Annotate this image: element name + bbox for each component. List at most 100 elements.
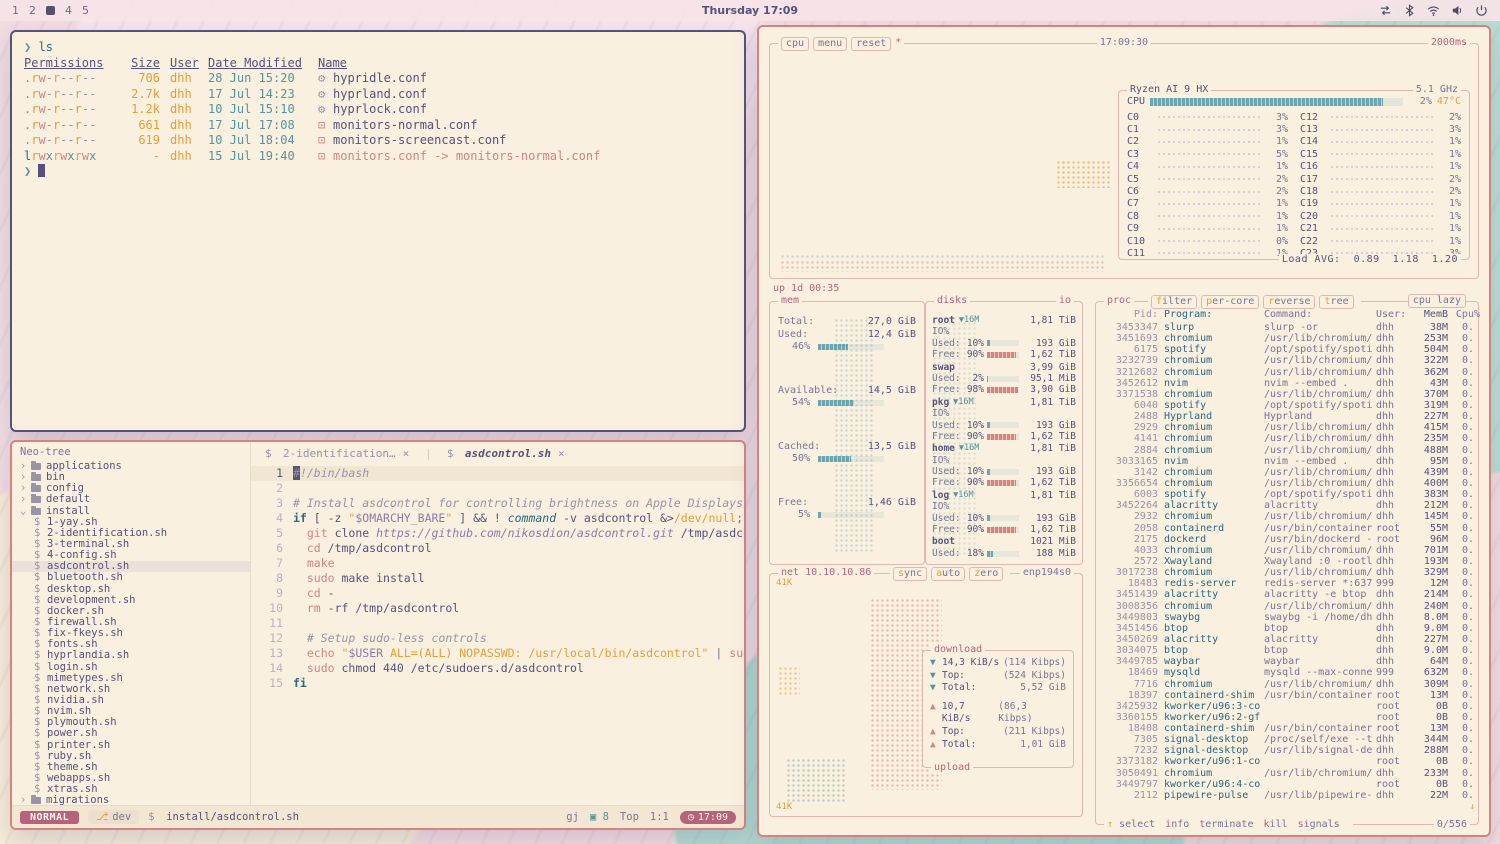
process-row-3142[interactable]: 3142chromium/usr/lib/chromium/dhh439M0.0 (1102, 467, 1472, 478)
process-row-3451456[interactable]: 3451456btopbtopdhh9.0M0.0 (1102, 623, 1472, 634)
tree-file-hyprlandia-sh[interactable]: $hyprlandia.sh (12, 650, 250, 661)
tree-file-power-sh[interactable]: $power.sh (12, 728, 250, 739)
update-interval[interactable]: 2000ms (1428, 37, 1470, 49)
arrows-swap-icon[interactable] (1379, 4, 1392, 17)
tab-2-identification[interactable]: $2-identification…× (257, 447, 417, 460)
process-row-3452264[interactable]: 3452264alacrittyalacrittydhh212M0.0 (1102, 500, 1472, 511)
process-row-4141[interactable]: 4141chromium/usr/lib/chromium/dhh235M0.0 (1102, 433, 1472, 444)
process-row-2175[interactable]: 2175dockerd/usr/bin/dockerd -root96M0.0 (1102, 534, 1472, 545)
process-row-7716[interactable]: 7716chromium/usr/lib/chromium/dhh309M0.0 (1102, 679, 1472, 690)
proc-option-tree[interactable]: tree (1319, 295, 1353, 309)
tree-file-login-sh[interactable]: $login.sh (12, 662, 250, 673)
process-row-3033165[interactable]: 3033165nvimnvim --embed .dhh95M0.0 (1102, 456, 1472, 467)
process-row-3451439[interactable]: 3451439alacrittyalacritty -e btopdhh214M… (1102, 589, 1472, 600)
col-cpu[interactable]: Cpu% (1452, 309, 1480, 320)
workspace-4[interactable]: 4 (65, 4, 72, 17)
code-area[interactable]: 1#!/bin/bash23# Install asdcontrol for c… (251, 464, 744, 805)
process-row-2932[interactable]: 2932chromium/usr/lib/chromium/dhh145M0.0 (1102, 511, 1472, 522)
process-row-6175[interactable]: 6175spotify/opt/spotify/spotidhh504M0.1 (1102, 344, 1472, 355)
process-row-18469[interactable]: 18469mysqldmysqld --max-conne999632M0.0 (1102, 667, 1472, 678)
tree-file-printer-sh[interactable]: $printer.sh (12, 740, 250, 751)
proc-terminate[interactable]: terminate (1199, 819, 1253, 830)
sort-column[interactable]: cpu lazy (1408, 294, 1466, 308)
folder-icon (31, 797, 41, 804)
net-interface[interactable]: enp194s0 (1020, 567, 1074, 579)
net-option-sync[interactable]: sync (893, 567, 927, 581)
wifi-icon[interactable] (1427, 4, 1440, 17)
btop-window[interactable]: cpumenureset* 17:09:30 2000ms Ryzen AI 9… (757, 25, 1491, 837)
terminal-window[interactable]: ❯ ls PermissionsSizeUserDate ModifiedNam… (10, 30, 746, 432)
process-row-3008356[interactable]: 3008356chromium/usr/lib/chromium/dhh240M… (1102, 601, 1472, 612)
process-row-7232[interactable]: 7232signal-desktop/usr/lib/signal-dedhh2… (1102, 745, 1472, 756)
workspace-3[interactable] (46, 6, 55, 15)
workspace-2[interactable]: 2 (29, 4, 36, 17)
volume-icon[interactable] (1451, 4, 1464, 17)
proc-kill[interactable]: kill (1263, 819, 1287, 830)
col-program[interactable]: Program: (1164, 309, 1264, 320)
workspace-1[interactable]: 1 (12, 4, 19, 17)
process-row-2058[interactable]: 2058containerd/usr/bin/containerroot55M0… (1102, 523, 1472, 534)
shell-prompt-line[interactable]: ❯ (24, 164, 732, 180)
process-row-3356654[interactable]: 3356654chromium/usr/lib/chromium/dhh400M… (1102, 478, 1472, 489)
scroll-down-indicator[interactable]: ↓ (1470, 802, 1475, 812)
process-row-3425932[interactable]: 3425932kworker/u96:3-coroot0B0.0 (1102, 701, 1472, 712)
col-memb[interactable]: MemB (1412, 309, 1452, 320)
process-row-2572[interactable]: 2572XwaylandXwayland :0 -rootldhh193M0.0 (1102, 556, 1472, 567)
file-row-hyprlock-conf: .rw-r--r--1.2kdhh10 Jul 15:10⚙hyprlock.c… (24, 102, 732, 118)
power-icon[interactable] (1475, 4, 1488, 17)
process-row-3453347[interactable]: 3453347slurpslurp -ordhh38M0.0 (1102, 322, 1472, 333)
proc-option-per-core[interactable]: per-core (1201, 295, 1259, 309)
process-row-2488[interactable]: 2488HyprlandHyprlanddhh227M0.1 (1102, 411, 1472, 422)
close-icon[interactable]: × (403, 447, 410, 460)
process-row-3360155[interactable]: 3360155kworker/u96:2-gfroot0B0.0 (1102, 712, 1472, 723)
process-row-2884[interactable]: 2884chromium/usr/lib/chromium/dhh488M0.0 (1102, 445, 1472, 456)
process-row-3450269[interactable]: 3450269alacrittyalacrittydhh227M0.0 (1102, 634, 1472, 645)
process-row-3212682[interactable]: 3212682chromium/usr/lib/chromium/dhh362M… (1102, 367, 1472, 378)
tab-asdcontrol-sh[interactable]: $asdcontrol.sh× (417, 447, 572, 460)
proc-info[interactable]: info (1165, 819, 1189, 830)
workspace-5[interactable]: 5 (82, 4, 89, 17)
tree-file-bluetooth-sh[interactable]: $bluetooth.sh (12, 572, 250, 583)
process-row-7305[interactable]: 7305signal-desktop/proc/self/exe --tdhh3… (1102, 734, 1472, 745)
process-row-3034075[interactable]: 3034075btopbtopdhh9.0M0.0 (1102, 645, 1472, 656)
process-row-18483[interactable]: 18483redis-serverredis-server *:63799912… (1102, 578, 1472, 589)
tree-dir-migrations[interactable]: ›migrations (12, 795, 250, 805)
tree-dir-default[interactable]: ›default (12, 494, 250, 505)
bluetooth-icon[interactable] (1403, 4, 1416, 17)
proc-signals[interactable]: signals (1298, 819, 1340, 830)
file-row-hypridle-conf: .rw-r--r--706dhh28 Jun 15:20⚙hypridle.co… (24, 71, 732, 87)
process-row-2929[interactable]: 2929chromium/usr/lib/chromium/dhh415M0.0 (1102, 422, 1472, 433)
proc-option-filter[interactable]: filter (1151, 295, 1197, 309)
io-label[interactable]: io (1056, 295, 1074, 307)
net-option-zero[interactable]: zero (969, 567, 1003, 581)
col-pid[interactable]: Pid: (1102, 309, 1164, 320)
process-row-6003[interactable]: 6003spotify/opt/spotify/spotidhh383M0.0 (1102, 489, 1472, 500)
process-row-6040[interactable]: 6040spotify/opt/spotify/spotidhh319M0.2 (1102, 400, 1472, 411)
process-row-3373182[interactable]: 3373182kworker/u96:1-coroot0B0.0 (1102, 756, 1472, 767)
process-row-3449803[interactable]: 3449803swaybgswaybg -i /home/dhdhh8.0M0.… (1102, 612, 1472, 623)
col-command[interactable]: Command: (1264, 309, 1376, 320)
process-row-3232739[interactable]: 3232739chromium/usr/lib/chromium/dhh322M… (1102, 355, 1472, 366)
proc-option-reverse[interactable]: reverse (1263, 295, 1315, 309)
process-row-18397[interactable]: 18397containerd-shim/usr/bin/containerro… (1102, 690, 1472, 701)
proc-options: filter per-core reverse tree (1148, 295, 1361, 309)
process-row-2112[interactable]: 2112pipewire-pulse/usr/lib/pipewire-dhh2… (1102, 790, 1472, 801)
process-row-3449785[interactable]: 3449785waybarwaybardhh64M0.0 (1102, 656, 1472, 667)
process-row-3371538[interactable]: 3371538chromium/usr/lib/chromium/dhh370M… (1102, 389, 1472, 400)
btop-tab-reset[interactable]: reset (851, 37, 891, 51)
cpu-graph-secondary (780, 254, 1106, 260)
close-icon[interactable]: × (558, 447, 565, 460)
process-row-3452612[interactable]: 3452612nvimnvim --embed .dhh43M0.0 (1102, 378, 1472, 389)
btop-tab-menu[interactable]: menu (813, 37, 847, 51)
process-row-3017238[interactable]: 3017238chromium/usr/lib/chromium/dhh329M… (1102, 567, 1472, 578)
process-row-4033[interactable]: 4033chromium/usr/lib/chromium/dhh701M0.0 (1102, 545, 1472, 556)
process-row-3451693[interactable]: 3451693chromium/usr/lib/chromium/dhh253M… (1102, 333, 1472, 344)
process-row-3050491[interactable]: 3050491chromium/usr/lib/chromium/dhh233M… (1102, 768, 1472, 779)
net-option-auto[interactable]: auto (931, 567, 965, 581)
process-row-18408[interactable]: 18408containerd-shim/usr/bin/containerro… (1102, 723, 1472, 734)
btop-tab-cpu[interactable]: cpu (781, 37, 809, 51)
process-row-3449797[interactable]: 3449797kworker/u96:4-coroot0B0.0 (1102, 779, 1472, 790)
col-user[interactable]: User: (1376, 309, 1412, 320)
proc-select[interactable]: ↑ select (1107, 819, 1155, 830)
neovim-window[interactable]: Neo-tree ›applications›bin›config›defaul… (10, 440, 746, 830)
